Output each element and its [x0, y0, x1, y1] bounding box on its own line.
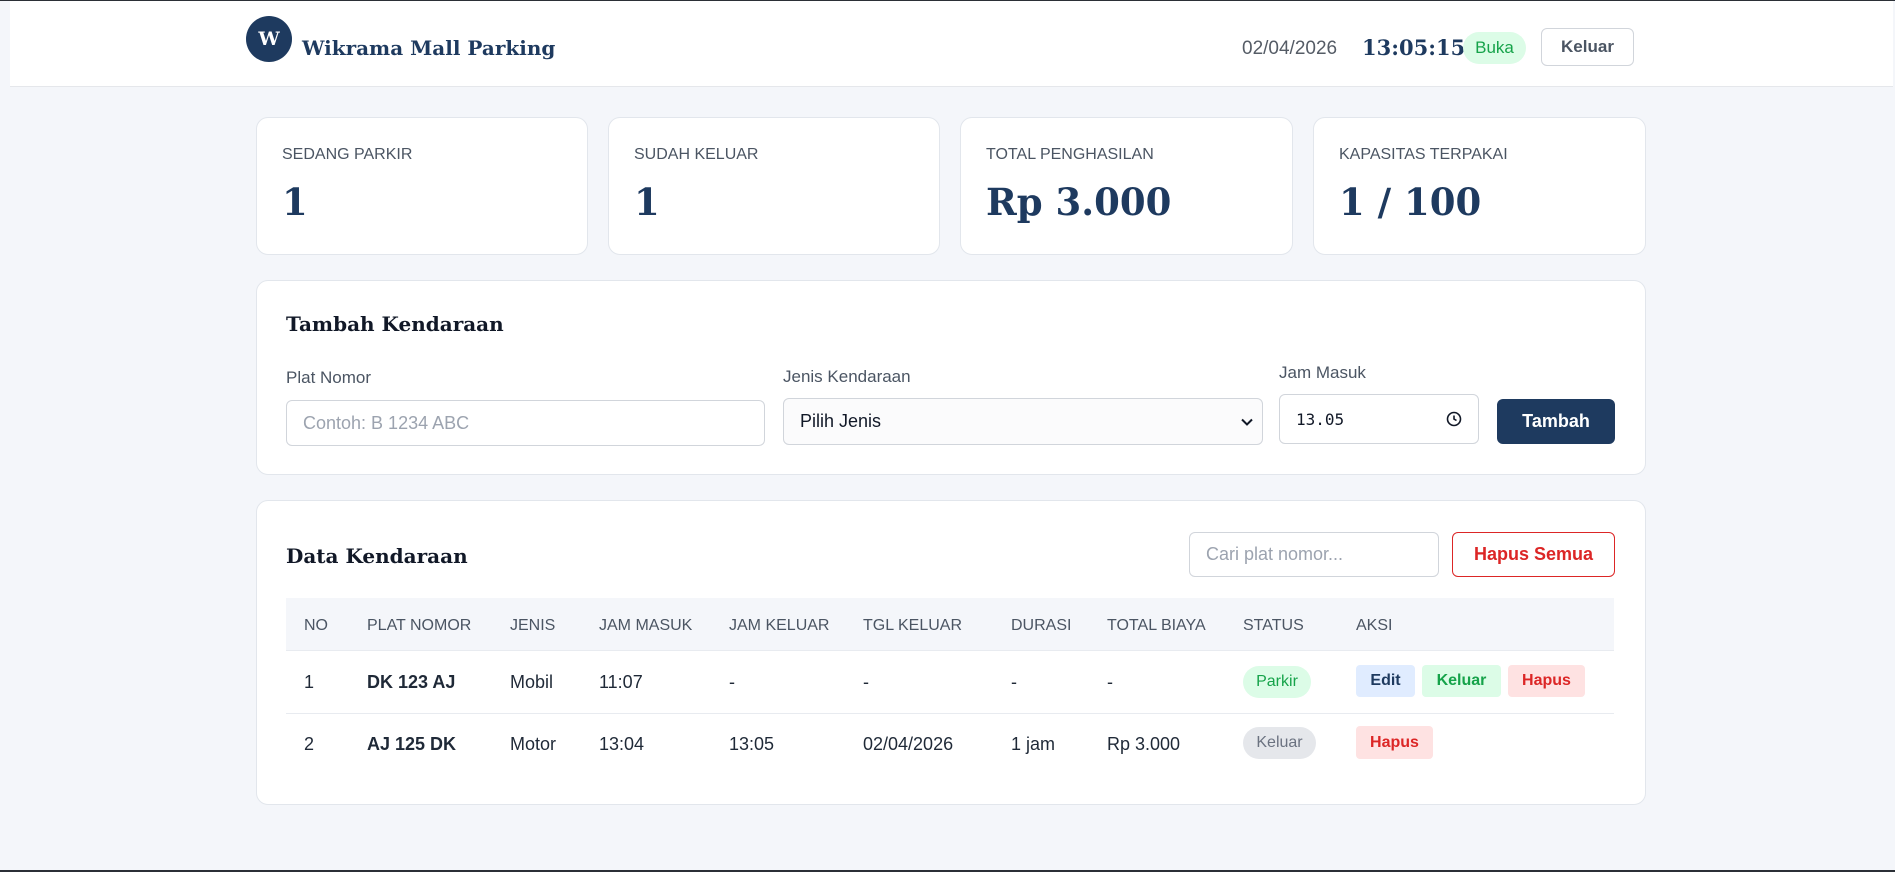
cell-date-out: -	[863, 672, 869, 692]
col-total: TOTAL BIAYA	[1107, 617, 1206, 634]
current-time: 13:05:15	[1362, 35, 1466, 60]
logout-button[interactable]: Keluar	[1541, 28, 1634, 66]
logo-badge: W	[246, 16, 292, 62]
plate-placeholder: Contoh: B 1234 ABC	[303, 412, 470, 433]
brand-title: Wikrama Mall Parking	[302, 36, 556, 60]
cell-no: 2	[304, 734, 315, 754]
stat-value: Rp 3.000	[986, 180, 1172, 224]
status-badge-parked: Parkir	[1243, 666, 1311, 698]
cell-type: Motor	[510, 734, 557, 754]
cell-total: -	[1107, 672, 1113, 692]
status-badge: Buka	[1463, 32, 1526, 64]
stat-label: KAPASITAS TERPAKAI	[1339, 146, 1508, 163]
status-badge-exited: Keluar	[1243, 727, 1316, 759]
stat-card-exited: SUDAH KELUAR 1	[608, 117, 940, 255]
table-title: Data Kendaraan	[286, 544, 468, 568]
cell-no: 1	[304, 672, 315, 692]
col-status: STATUS	[1243, 617, 1304, 634]
stat-label: SEDANG PARKIR	[282, 146, 413, 163]
type-select[interactable]: Pilih Jenis	[783, 398, 1263, 445]
stat-card-capacity: KAPASITAS TERPAKAI 1 / 100	[1313, 117, 1646, 255]
cell-time-in: 11:07	[599, 672, 643, 692]
col-date-out: TGL KELUAR	[863, 617, 962, 634]
cell-time-out: 13:05	[729, 734, 775, 754]
stat-label: SUDAH KELUAR	[634, 146, 759, 163]
chevron-down-icon	[1241, 418, 1253, 426]
cell-time-in: 13:04	[599, 734, 645, 754]
col-type: JENIS	[510, 617, 556, 634]
edit-button[interactable]: Edit	[1356, 665, 1415, 697]
row-divider	[286, 650, 1614, 651]
col-no: NO	[304, 617, 328, 634]
plate-input[interactable]: Contoh: B 1234 ABC	[286, 400, 765, 446]
col-actions: AKSI	[1356, 617, 1393, 634]
clear-all-button[interactable]: Hapus Semua	[1452, 532, 1615, 577]
cell-plate: AJ 125 DK	[367, 734, 457, 754]
search-placeholder: Cari plat nomor...	[1206, 544, 1344, 564]
col-duration: DURASI	[1011, 617, 1072, 634]
type-label: Jenis Kendaraan	[783, 367, 911, 386]
cell-duration: 1 jam	[1011, 734, 1056, 754]
time-input[interactable]: 13.05	[1279, 394, 1479, 444]
stat-value: 1	[634, 180, 660, 224]
row-divider	[286, 713, 1614, 714]
cell-type: Mobil	[510, 672, 554, 692]
exit-vehicle-button[interactable]: Keluar	[1422, 665, 1501, 697]
stat-value: 1 / 100	[1339, 180, 1482, 224]
time-label: Jam Masuk	[1279, 363, 1366, 382]
form-title: Tambah Kendaraan	[286, 312, 504, 336]
stat-card-revenue: TOTAL PENGHASILAN Rp 3.000	[960, 117, 1293, 255]
col-plate: PLAT NOMOR	[367, 617, 472, 634]
delete-button[interactable]: Hapus	[1508, 665, 1585, 697]
cell-date-out: 02/04/2026	[863, 734, 954, 754]
cell-time-out: -	[729, 672, 735, 692]
stat-card-parked: SEDANG PARKIR 1	[256, 117, 588, 255]
cell-plate: DK 123 AJ	[367, 672, 456, 692]
col-time-in: JAM MASUK	[599, 617, 693, 634]
stat-label: TOTAL PENGHASILAN	[986, 146, 1154, 163]
stat-value: 1	[282, 180, 308, 224]
cell-total: Rp 3.000	[1107, 734, 1181, 754]
search-input[interactable]: Cari plat nomor...	[1189, 532, 1439, 577]
delete-button[interactable]: Hapus	[1356, 726, 1433, 759]
cell-duration: -	[1011, 672, 1017, 692]
plate-label: Plat Nomor	[286, 368, 372, 387]
col-time-out: JAM KELUAR	[729, 617, 830, 634]
clock-icon[interactable]	[1446, 411, 1462, 427]
type-select-value: Pilih Jenis	[800, 411, 882, 431]
add-vehicle-button[interactable]: Tambah	[1497, 399, 1615, 444]
current-date: 02/04/2026	[1242, 38, 1338, 59]
time-input-value: 13.05	[1296, 409, 1345, 429]
